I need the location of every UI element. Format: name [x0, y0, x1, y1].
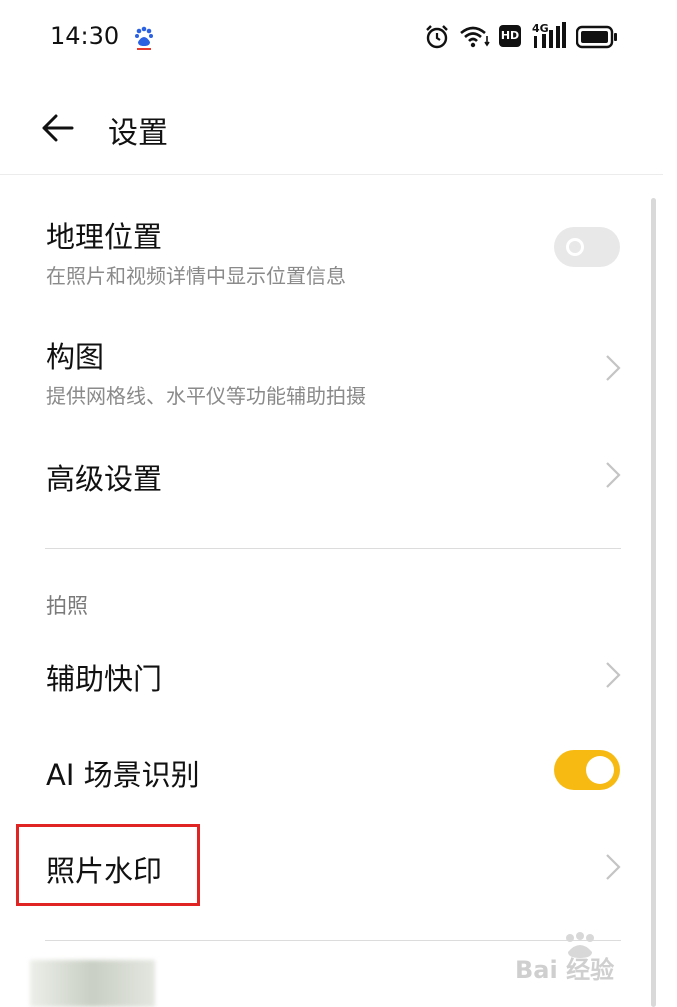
chevron-right-icon: [606, 854, 621, 880]
setting-item-composition[interactable]: 构图 提供网格线、水平仪等功能辅助拍摄: [0, 320, 650, 420]
chevron-right-icon: [606, 355, 621, 381]
header-divider: [0, 174, 663, 175]
setting-item-advanced[interactable]: 高级设置: [0, 440, 650, 520]
section-divider: [45, 548, 621, 549]
alarm-icon: [426, 25, 448, 49]
setting-item-location[interactable]: 地理位置 在照片和视频详情中显示位置信息: [0, 200, 650, 300]
back-arrow-icon[interactable]: [40, 112, 76, 144]
setting-item-assist-shutter[interactable]: 辅助快门: [0, 640, 650, 716]
baidu-app-icon: [135, 26, 153, 50]
toggle-knob: [586, 756, 614, 784]
toggle-knob: [566, 238, 584, 256]
location-toggle[interactable]: [554, 227, 620, 267]
setting-title-advanced: 高级设置: [46, 462, 163, 496]
setting-title-location: 地理位置: [46, 220, 163, 254]
setting-title-assist-shutter: 辅助快门: [46, 662, 163, 696]
chevron-right-icon: [606, 662, 621, 688]
hd-icon: HD: [499, 25, 521, 47]
setting-item-ai-scene[interactable]: AI 场景识别: [0, 736, 650, 812]
setting-subtitle-location: 在照片和视频详情中显示位置信息: [46, 264, 346, 288]
signal-4g-icon: 4G: [532, 22, 566, 48]
svg-text:4G: 4G: [532, 22, 549, 35]
setting-title-ai-scene: AI 场景识别: [46, 758, 200, 792]
highlight-annotation-box: [16, 824, 200, 906]
scrollbar[interactable]: [651, 198, 656, 1007]
setting-subtitle-composition: 提供网格线、水平仪等功能辅助拍摄: [46, 384, 366, 408]
ai-scene-toggle[interactable]: [554, 750, 620, 790]
wifi-icon: [460, 26, 490, 48]
section-divider: [45, 940, 621, 941]
page-title: 设置: [108, 116, 168, 151]
blurred-thumbnail: [30, 960, 155, 1007]
battery-icon: [576, 25, 617, 49]
section-label-photo: 拍照: [46, 594, 88, 618]
status-time: 14:30: [50, 22, 120, 50]
chevron-right-icon: [606, 462, 621, 488]
watermark-text: Bai 经验: [515, 956, 615, 984]
setting-title-composition: 构图: [46, 340, 105, 374]
